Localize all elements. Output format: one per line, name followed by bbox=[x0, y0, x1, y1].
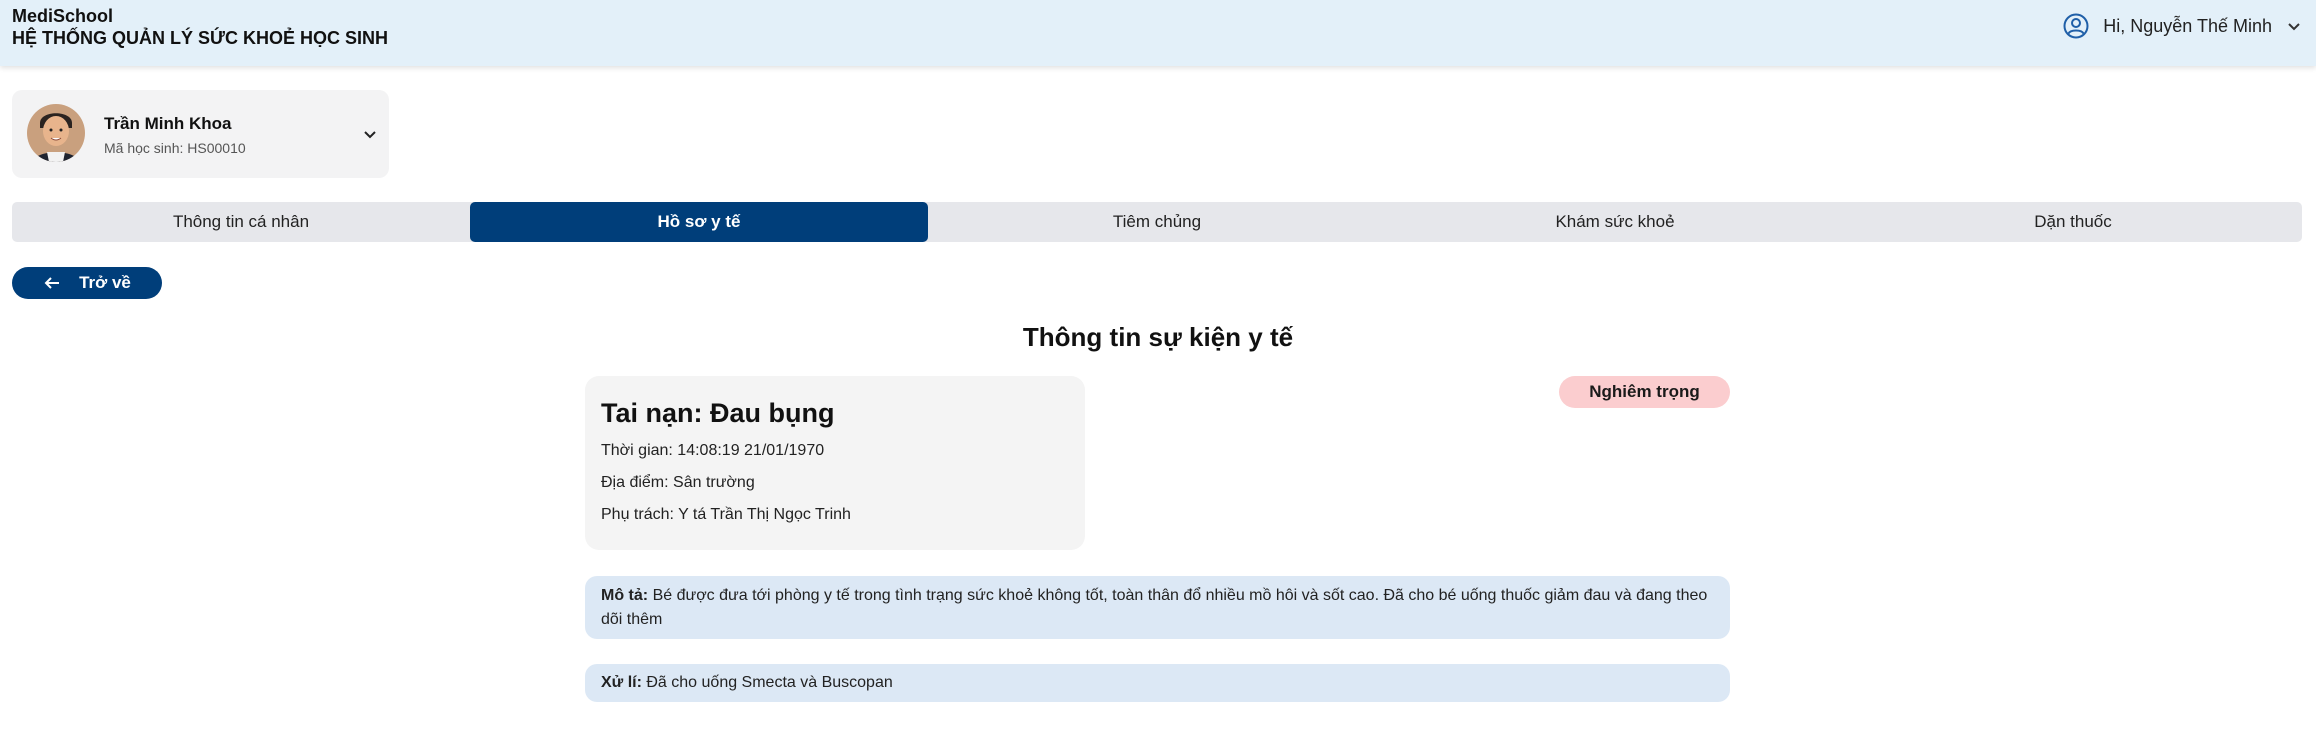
severity-badge: Nghiêm trọng bbox=[1559, 376, 1730, 408]
student-avatar bbox=[27, 104, 85, 162]
student-name: Trần Minh Khoa bbox=[104, 114, 232, 133]
tab-medication[interactable]: Dặn thuốc bbox=[1844, 202, 2302, 242]
app-brand[interactable]: MediSchool bbox=[12, 4, 113, 28]
user-greeting: Hi, Nguyễn Thế Minh bbox=[2103, 15, 2272, 36]
event-title: Tai nạn: Đau bụng bbox=[601, 398, 835, 428]
processing-label: Xử lí: bbox=[601, 674, 642, 691]
event-time: Thời gian: 14:08:19 21/01/1970 bbox=[601, 442, 825, 459]
processing-text: Đã cho uống Smecta và Buscopan bbox=[646, 674, 893, 691]
tab-medical-record[interactable]: Hồ sơ y tế bbox=[470, 202, 928, 242]
event-responsible: Phụ trách: Y tá Trần Thị Ngọc Trinh bbox=[601, 506, 851, 523]
student-code: Mã học sinh: HS00010 bbox=[104, 140, 246, 156]
chevron-down-icon bbox=[364, 131, 376, 139]
description-box: Mô tả: Bé được đưa tới phòng y tế trong … bbox=[585, 576, 1730, 639]
processing-box: Xử lí: Đã cho uống Smecta và Buscopan bbox=[585, 664, 1730, 702]
back-label: Trở về bbox=[79, 273, 131, 292]
description-label: Mô tả: bbox=[601, 587, 649, 604]
tab-personal-info[interactable]: Thông tin cá nhân bbox=[12, 202, 470, 242]
student-selector[interactable]: Trần Minh Khoa Mã học sinh: HS00010 bbox=[12, 90, 389, 178]
chevron-down-icon bbox=[2288, 23, 2300, 31]
user-circle-icon bbox=[2063, 13, 2089, 39]
app-subtitle: HỆ THỐNG QUẢN LÝ SỨC KHOẺ HỌC SINH bbox=[12, 28, 388, 48]
profile-tabs: Thông tin cá nhân Hồ sơ y tế Tiêm chủng … bbox=[12, 202, 2302, 242]
arrow-left-icon bbox=[44, 277, 60, 289]
event-info-card: Tai nạn: Đau bụng Thời gian: 14:08:19 21… bbox=[585, 376, 1085, 550]
top-header: MediSchool HỆ THỐNG QUẢN LÝ SỨC KHOẺ HỌC… bbox=[0, 0, 2316, 66]
page-title: Thông tin sự kiện y tế bbox=[1022, 322, 1294, 352]
back-button[interactable]: Trở về bbox=[12, 267, 162, 299]
description-text: Bé được đưa tới phòng y tế trong tình tr… bbox=[601, 587, 1708, 628]
event-location: Địa điểm: Sân trường bbox=[601, 474, 755, 491]
tab-vaccination[interactable]: Tiêm chủng bbox=[928, 202, 1386, 242]
tab-health-checkup[interactable]: Khám sức khoẻ bbox=[1386, 202, 1844, 242]
user-menu[interactable]: Hi, Nguyễn Thế Minh bbox=[2063, 12, 2302, 40]
